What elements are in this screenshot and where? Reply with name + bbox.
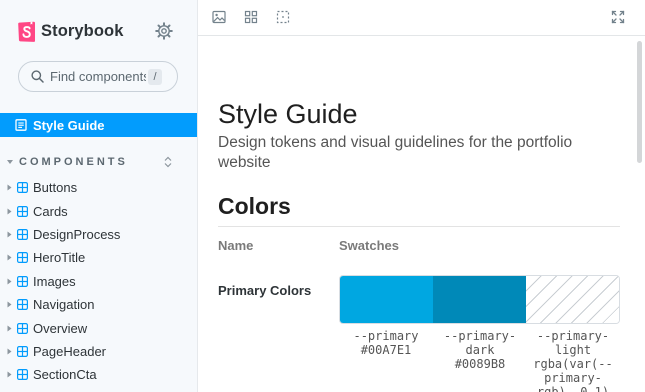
swatch-primary-dark[interactable]: [433, 276, 526, 323]
outline-icon[interactable]: [276, 10, 290, 24]
swatch-token-name: --primary-: [536, 329, 610, 343]
page-subtitle: Design tokens and visual guidelines for …: [218, 134, 573, 171]
swatch-token-value: rgba(var(--: [533, 357, 613, 371]
grid-icon[interactable]: [244, 10, 258, 24]
column-header-name: Name: [218, 238, 254, 253]
caret-down-icon: [7, 160, 13, 164]
search-icon: [31, 70, 44, 83]
search-shortcut-key: /: [148, 68, 162, 85]
swatch-token-value: #00A7E1: [360, 343, 412, 357]
swatch-token-name: light: [554, 343, 592, 357]
gear-icon[interactable]: [155, 22, 173, 40]
column-header-swatches: Swatches: [339, 238, 399, 253]
sidebar-item-style-guide[interactable]: Style Guide: [0, 113, 197, 137]
sidebar-item-buttons[interactable]: Buttons: [0, 176, 197, 199]
sidebar-item-hero-title[interactable]: HeroTitle: [0, 246, 197, 269]
sidebar-item-page-header[interactable]: PageHeader: [0, 340, 197, 363]
sidebar-item-label: Images: [33, 273, 76, 289]
caret-right-icon: [7, 231, 12, 238]
brand[interactable]: Storybook: [18, 20, 124, 42]
swatch-token-name: --primary: [353, 329, 419, 343]
sidebar-item-label: DesignProcess: [33, 226, 121, 242]
sidebar-item-cards[interactable]: Cards: [0, 199, 197, 222]
sidebar-item-design-process[interactable]: DesignProcess: [0, 223, 197, 246]
sidebar-item-label: Navigation: [33, 297, 95, 313]
docs-canvas: Style Guide Design tokens and visual gui…: [198, 37, 635, 392]
caret-right-icon: [7, 184, 12, 191]
swatch-token-name: dark: [465, 343, 495, 357]
sidebar-item-label: Overview: [33, 320, 88, 336]
component-icon: [17, 345, 28, 357]
search-input[interactable]: [50, 69, 146, 84]
image-icon[interactable]: [212, 10, 226, 24]
sidebar-item-label: Style Guide: [33, 117, 105, 133]
component-icon: [17, 299, 28, 311]
swatch-token-value: rgb), 0.1): [536, 385, 610, 392]
expand-collapse-icon[interactable]: [163, 156, 173, 168]
caret-right-icon: [7, 348, 12, 355]
swatch-primary-light[interactable]: [526, 276, 619, 323]
document-icon: [15, 119, 27, 131]
sidebar-item-label: HeroTitle: [33, 250, 86, 266]
caret-right-icon: [7, 371, 12, 378]
swatch-caption: --primary-dark #0089B8: [433, 329, 527, 371]
swatch-token-name: --primary-: [443, 329, 517, 343]
swatch-primary[interactable]: [340, 276, 433, 323]
scrollbar-thumb[interactable]: [637, 41, 642, 163]
caret-right-icon: [7, 278, 12, 285]
sidebar-item-navigation[interactable]: Navigation: [0, 293, 197, 316]
component-icon: [17, 182, 28, 194]
section-label: COMPONENTS: [19, 156, 128, 168]
divider: [218, 226, 620, 227]
colors-heading: Colors: [218, 193, 291, 219]
swatch-caption: --primary-light rgba(var(-- primary-rgb), …: [526, 329, 620, 392]
component-icon: [17, 205, 28, 217]
scrollbar[interactable]: [635, 37, 645, 392]
swatch-token-value: primary-: [544, 371, 602, 385]
toolbar: [198, 0, 645, 36]
sidebar-item-label: Buttons: [33, 180, 78, 196]
component-icon: [17, 252, 28, 264]
component-icon: [17, 322, 28, 334]
swatch-token-value: #0089B8: [454, 357, 506, 371]
component-tree: Buttons Cards DesignProcess HeroTitle Images…: [0, 176, 197, 387]
section-components[interactable]: COMPONENTS: [0, 152, 197, 172]
swatch-caption: --primary #00A7E1: [339, 329, 433, 357]
preview-panel: Style Guide Design tokens and visual gui…: [198, 0, 645, 392]
sidebar-item-section-cta[interactable]: SectionCta: [0, 363, 197, 386]
swatch-strip: [339, 275, 620, 324]
caret-right-icon: [7, 301, 12, 308]
brand-name: Storybook: [41, 21, 124, 40]
component-icon: [17, 275, 28, 287]
sidebar-item-label: Cards: [33, 203, 68, 219]
sidebar: Storybook / Style Guide: [0, 0, 198, 392]
component-icon: [17, 369, 28, 381]
sidebar-item-label: SectionCta: [33, 367, 97, 383]
caret-right-icon: [7, 208, 12, 215]
page-title: Style Guide: [218, 99, 358, 129]
color-group-label: Primary Colors: [218, 283, 312, 298]
fullscreen-icon[interactable]: [611, 10, 625, 24]
storybook-logo-icon: [18, 21, 35, 42]
component-icon: [17, 228, 28, 240]
caret-right-icon: [7, 254, 12, 261]
search-box[interactable]: /: [18, 61, 178, 92]
sidebar-item-overview[interactable]: Overview: [0, 316, 197, 339]
sidebar-item-label: PageHeader: [33, 343, 106, 359]
sidebar-item-images[interactable]: Images: [0, 270, 197, 293]
caret-right-icon: [7, 325, 12, 332]
